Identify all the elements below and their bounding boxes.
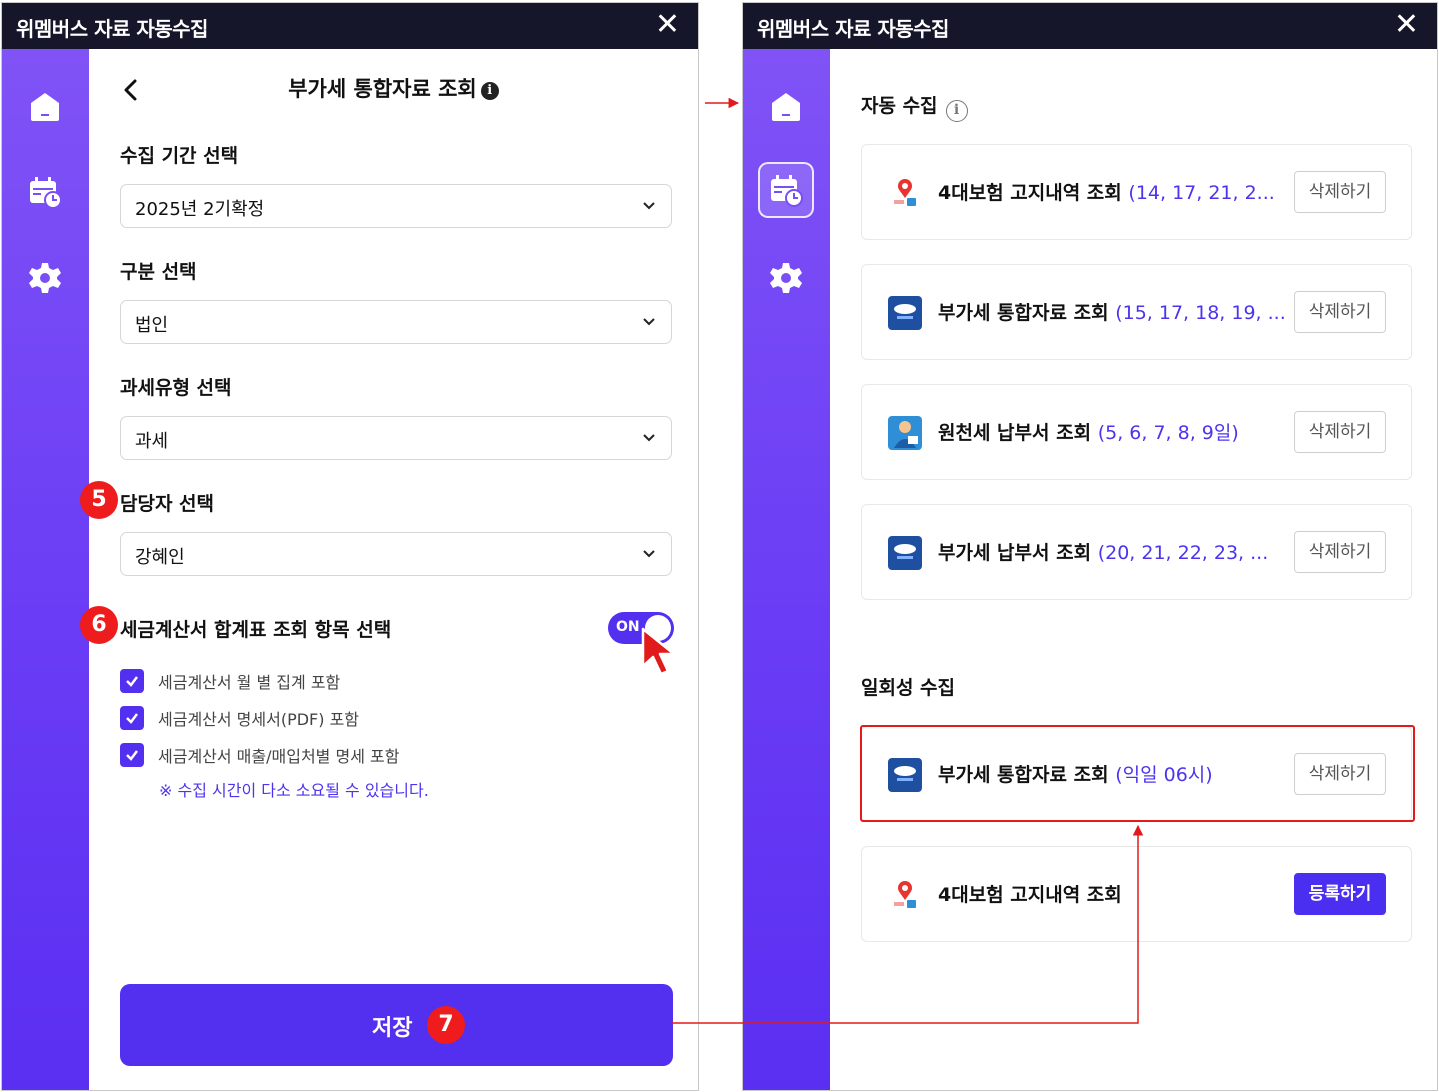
item-name: 4대보험 고지내역 조회 (938, 884, 1122, 906)
save-button-label: 저장 (372, 1016, 413, 1041)
tutorial-stage: 위멤버스 자료 자동수집 ✕ 부가세 통합자료 조회 i 수집 기간 선택 202… (0, 0, 1439, 1092)
nav-settings[interactable] (758, 250, 814, 306)
period-label: 수집 기간 선택 (120, 145, 239, 167)
time-warning-note: ※ 수집 시간이 다소 소요될 수 있습니다. (159, 781, 429, 800)
register-button[interactable]: 등록하기 (1294, 873, 1386, 915)
item-schedule: (5, 6, 7, 8, 9일) (1097, 422, 1239, 444)
tax-type-label: 과세유형 선택 (120, 377, 232, 399)
settings-content: 부가세 통합자료 조회 i 수집 기간 선택 2025년 2기확정 구분 선택 법… (89, 49, 698, 1090)
one-time-section-title: 일회성 수집 (861, 677, 956, 699)
step-badge-7: 7 (427, 1006, 465, 1044)
auto-item-card: 4대보험 고지내역 조회 (14, 17, 21, 2... 삭제하기 (861, 144, 1412, 240)
chevron-down-icon (643, 202, 655, 210)
division-label: 구분 선택 (120, 261, 197, 283)
check-icon (126, 676, 138, 687)
settings-window: 위멤버스 자료 자동수집 ✕ 부가세 통합자료 조회 i 수집 기간 선택 202… (1, 2, 699, 1091)
window-title: 위멤버스 자료 자동수집 (16, 17, 208, 41)
sidebar (743, 49, 830, 1090)
nav-settings[interactable] (17, 250, 73, 306)
close-icon[interactable]: ✕ (1394, 7, 1419, 43)
auto-item-card: 부가세 납부서 조회 (20, 21, 22, 23, ... 삭제하기 (861, 504, 1412, 600)
check-icon (126, 750, 138, 761)
item-name: 4대보험 고지내역 조회 (938, 182, 1122, 204)
item-title: 부가세 납부서 조회 (20, 21, 22, 23, ... (938, 538, 1268, 565)
tax-type-select[interactable]: 과세 (120, 416, 672, 460)
item-title: 원천세 납부서 조회 (5, 6, 7, 8, 9일) (938, 418, 1239, 445)
checkbox-row[interactable]: 세금계산서 월 별 집계 포함 (120, 668, 340, 694)
manager-label: 담당자 선택 (120, 493, 215, 515)
item-title: 4대보험 고지내역 조회 (14, 17, 21, 2... (938, 178, 1275, 205)
hometax-icon (888, 536, 922, 570)
delete-button[interactable]: 삭제하기 (1294, 291, 1386, 333)
gear-icon (770, 263, 802, 293)
checkbox-checked[interactable] (120, 669, 144, 693)
division-select-value: 법인 (135, 315, 169, 336)
manager-select[interactable]: 강혜인 (120, 532, 672, 576)
close-icon[interactable]: ✕ (655, 7, 680, 43)
chevron-down-icon (643, 434, 655, 442)
division-select[interactable]: 법인 (120, 300, 672, 344)
nav-schedule[interactable] (758, 162, 814, 218)
checkbox-checked[interactable] (120, 706, 144, 730)
checkbox-checked[interactable] (120, 743, 144, 767)
item-schedule: (15, 17, 18, 19, ... (1115, 302, 1286, 324)
gear-icon (29, 263, 61, 293)
page-title-text: 부가세 통합자료 조회 (288, 77, 477, 101)
toggle-state-text: ON (616, 619, 640, 635)
calendar-clock-icon (771, 175, 803, 207)
checkbox-label: 세금계산서 매출/매입처별 명세 포함 (158, 747, 400, 766)
checkbox-label: 세금계산서 명세서(PDF) 포함 (158, 710, 360, 729)
tax-type-select-value: 과세 (135, 431, 169, 452)
item-schedule: (20, 21, 22, 23, ... (1097, 542, 1269, 564)
item-schedule: (14, 17, 21, 2... (1128, 182, 1275, 204)
invoice-summary-label: 세금계산서 합계표 조회 항목 선택 (120, 619, 392, 641)
item-name: 부가세 통합자료 조회 (938, 302, 1109, 324)
chevron-down-icon (643, 318, 655, 326)
info-icon[interactable]: i (945, 100, 968, 122)
delete-button[interactable]: 삭제하기 (1294, 531, 1386, 573)
nav-home[interactable] (17, 79, 73, 135)
auto-item-card: 원천세 납부서 조회 (5, 6, 7, 8, 9일) 삭제하기 (861, 384, 1412, 480)
delete-button[interactable]: 삭제하기 (1294, 411, 1386, 453)
auto-section-title-text: 자동 수집 (861, 95, 938, 117)
item-name: 원천세 납부서 조회 (938, 422, 1092, 444)
titlebar: 위멤버스 자료 자동수집 ✕ (743, 3, 1437, 49)
auto-section-title: 자동 수집 i (861, 91, 968, 122)
window-title: 위멤버스 자료 자동수집 (757, 17, 949, 41)
insurance-icon (894, 179, 916, 206)
delete-button[interactable]: 삭제하기 (1294, 171, 1386, 213)
person-icon (888, 416, 922, 450)
checkbox-row[interactable]: 세금계산서 매출/매입처별 명세 포함 (120, 742, 399, 768)
nav-home[interactable] (758, 79, 814, 135)
auto-collect-window: 위멤버스 자료 자동수집 ✕ 자동 수집 i 4대보험 고지내역 조회 (14, … (742, 2, 1438, 1091)
checkbox-label: 세금계산서 월 별 집계 포함 (158, 673, 341, 692)
home-icon (772, 93, 800, 121)
item-name: 부가세 납부서 조회 (938, 542, 1092, 564)
info-icon[interactable]: i (480, 82, 499, 100)
item-title: 부가세 통합자료 조회 (15, 17, 18, 19, ... (938, 298, 1286, 325)
page-title: 부가세 통합자료 조회 i (89, 73, 698, 103)
chevron-down-icon (643, 550, 655, 558)
one-time-item-card: 4대보험 고지내역 조회 등록하기 (861, 846, 1412, 942)
mouse-cursor-icon (641, 627, 676, 676)
auto-item-card: 부가세 통합자료 조회 (15, 17, 18, 19, ... 삭제하기 (861, 264, 1412, 360)
checkbox-row[interactable]: 세금계산서 명세서(PDF) 포함 (120, 705, 359, 731)
item-title: 4대보험 고지내역 조회 (938, 880, 1122, 907)
period-select[interactable]: 2025년 2기확정 (120, 184, 672, 228)
step-badge-5: 5 (80, 481, 118, 519)
nav-schedule[interactable] (17, 164, 73, 220)
insurance-icon (894, 881, 916, 908)
highlight-box (860, 725, 1415, 822)
auto-collect-content: 자동 수집 i 4대보험 고지내역 조회 (14, 17, 21, 2... 삭제… (830, 49, 1437, 1090)
titlebar: 위멤버스 자료 자동수집 ✕ (2, 3, 698, 49)
calendar-clock-icon (30, 177, 62, 209)
sidebar (2, 49, 89, 1090)
save-button[interactable]: 저장 (120, 984, 673, 1066)
manager-select-value: 강혜인 (135, 547, 185, 568)
hometax-icon (888, 296, 922, 330)
step-badge-6: 6 (80, 606, 118, 644)
home-icon (31, 93, 59, 121)
period-select-value: 2025년 2기확정 (135, 199, 265, 220)
check-icon (126, 713, 138, 724)
